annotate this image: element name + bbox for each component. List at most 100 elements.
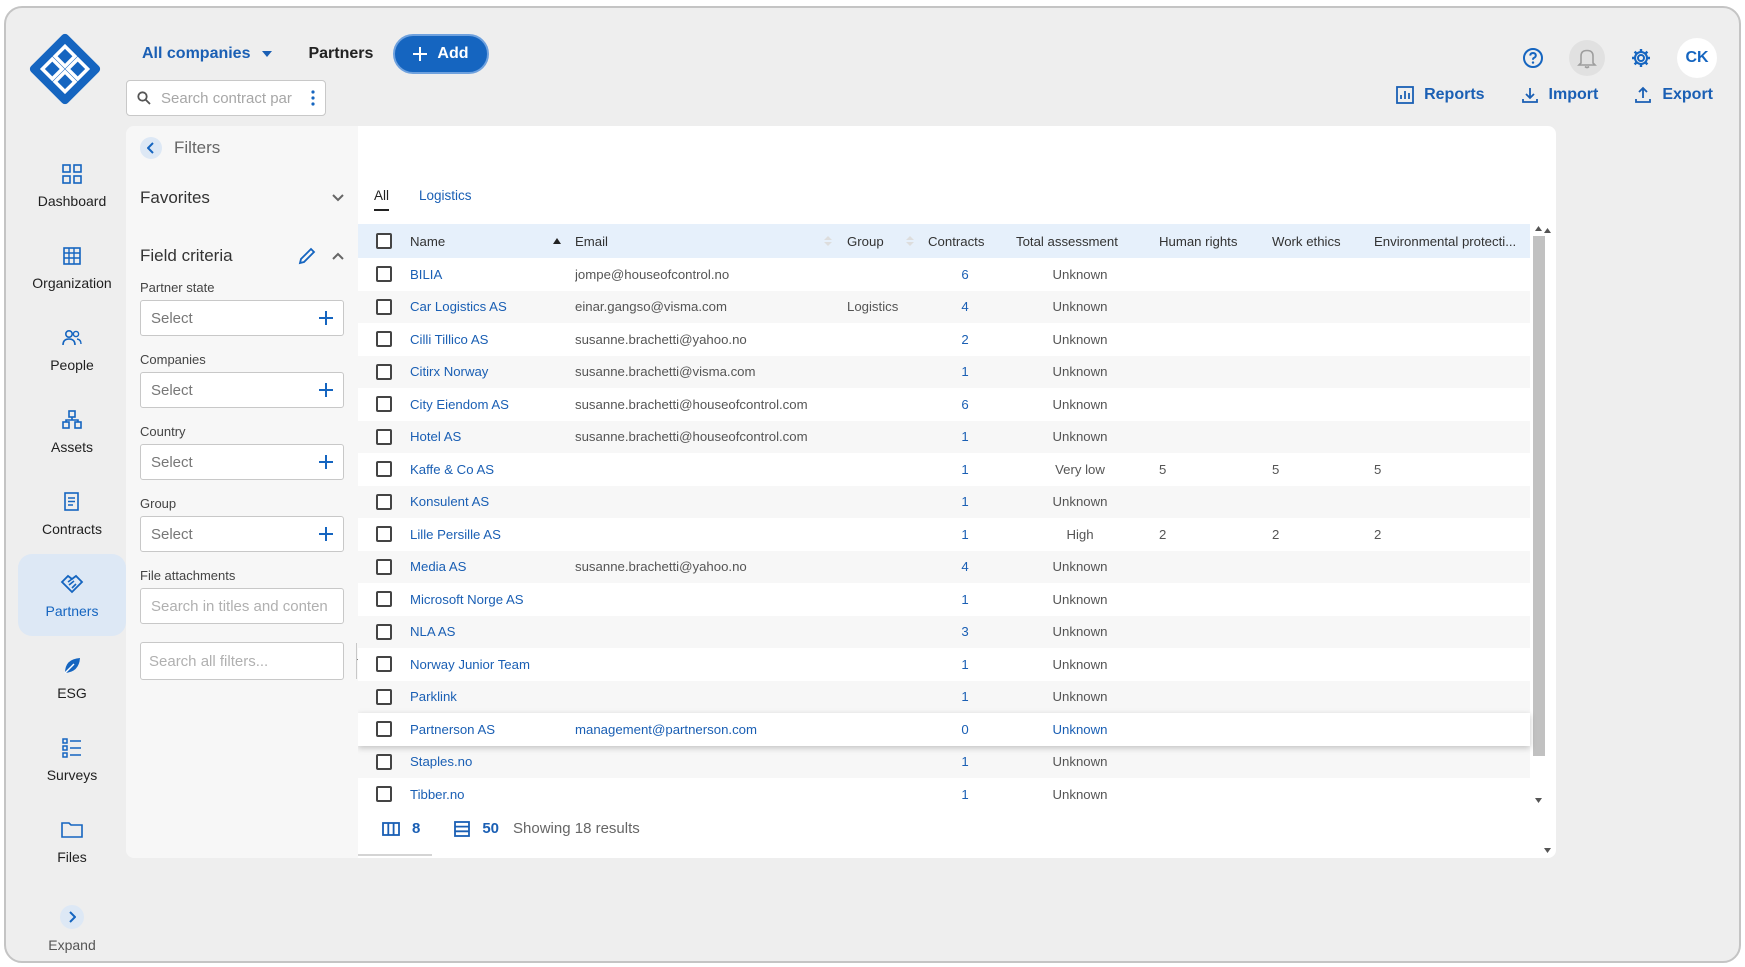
row-checkbox[interactable] — [376, 721, 392, 738]
panel-scroll-up-icon[interactable] — [1544, 228, 1551, 233]
cell-name[interactable]: BILIA — [410, 267, 560, 282]
cell-contracts[interactable]: 6 — [928, 267, 1002, 282]
sidebar-item-people[interactable]: People — [18, 308, 126, 390]
scroll-down-arrow-icon[interactable] — [1535, 798, 1542, 803]
cell-name[interactable]: Kaffe & Co AS — [410, 462, 560, 477]
cell-name[interactable]: Car Logistics AS — [410, 299, 560, 314]
row-checkbox[interactable] — [376, 493, 392, 510]
sidebar-item-partners[interactable]: Partners — [18, 554, 126, 636]
table-row[interactable]: Cilli Tillico AS susanne.brachetti@yahoo.… — [358, 323, 1530, 356]
table-row[interactable]: BILIA jompe@houseofcontrol.no 6 Unknown — [358, 258, 1530, 291]
sidebar-expand[interactable]: Expand — [18, 888, 126, 961]
tab-all[interactable]: All — [374, 188, 390, 211]
table-row[interactable]: NLA AS 3 Unknown — [358, 615, 1530, 648]
sidebar-item-organization[interactable]: Organization — [18, 226, 126, 308]
row-checkbox[interactable] — [376, 753, 392, 770]
cell-name[interactable]: Cilli Tillico AS — [410, 332, 560, 347]
row-checkbox[interactable] — [376, 428, 392, 445]
cell-name[interactable]: Hotel AS — [410, 429, 560, 444]
table-row[interactable]: Tibber.no 1 Unknown — [358, 778, 1530, 811]
cell-name[interactable]: Citirx Norway — [410, 364, 560, 379]
panel-scroll-down-icon[interactable] — [1544, 848, 1551, 853]
cell-name[interactable]: Staples.no — [410, 754, 560, 769]
cell-name[interactable]: Tibber.no — [410, 787, 560, 802]
table-scrollbar[interactable] — [1530, 224, 1548, 808]
chevron-up-icon[interactable] — [332, 252, 344, 260]
row-checkbox[interactable] — [376, 656, 392, 673]
column-header-human-rights[interactable]: Human rights — [1159, 234, 1259, 249]
cell-contracts[interactable]: 6 — [928, 397, 1002, 412]
table-row[interactable]: Kaffe & Co AS 1 Very low 5 5 5 — [358, 453, 1530, 486]
group-select[interactable]: Select — [140, 516, 344, 552]
table-row[interactable]: Norway Junior Team 1 Unknown — [358, 648, 1530, 681]
page-size-button[interactable]: 50 — [454, 820, 499, 837]
row-checkbox[interactable] — [376, 396, 392, 413]
cell-name[interactable]: Norway Junior Team — [410, 657, 560, 672]
country-select[interactable]: Select — [140, 444, 344, 480]
scroll-up-arrow-icon[interactable] — [1535, 226, 1542, 231]
sidebar-item-dashboard[interactable]: Dashboard — [18, 144, 126, 226]
more-vertical-icon[interactable] — [311, 90, 315, 106]
table-row[interactable]: Car Logistics AS einar.gangso@visma.com Lo… — [358, 290, 1530, 323]
tab-logistics[interactable]: Logistics — [419, 188, 472, 211]
cell-name[interactable]: NLA AS — [410, 624, 560, 639]
cell-name[interactable]: Partnerson AS — [410, 722, 560, 737]
select-all-checkbox[interactable] — [376, 233, 392, 249]
row-checkbox[interactable] — [376, 786, 392, 803]
cell-contracts[interactable]: 0 — [928, 722, 1002, 737]
partner-state-select[interactable]: Select — [140, 300, 344, 336]
row-checkbox[interactable] — [376, 363, 392, 380]
cell-name[interactable]: Microsoft Norge AS — [410, 592, 560, 607]
cell-contracts[interactable]: 1 — [928, 689, 1002, 704]
cell-name[interactable]: City Eiendom AS — [410, 397, 560, 412]
companies-select[interactable]: Select — [140, 372, 344, 408]
row-checkbox[interactable] — [376, 461, 392, 478]
cell-contracts[interactable]: 1 — [928, 754, 1002, 769]
table-row[interactable]: Konsulent AS 1 Unknown — [358, 485, 1530, 518]
table-row[interactable]: Staples.no 1 Unknown — [358, 745, 1530, 778]
pencil-icon[interactable] — [298, 247, 316, 265]
cell-name[interactable]: Lille Persille AS — [410, 527, 560, 542]
table-row[interactable]: Lille Persille AS 1 High 2 2 2 — [358, 518, 1530, 551]
cell-contracts[interactable]: 1 — [928, 592, 1002, 607]
cell-contracts[interactable]: 4 — [928, 299, 1002, 314]
table-row[interactable]: Partnerson AS management@partnerson.com 0 U… — [358, 713, 1530, 746]
row-checkbox[interactable] — [376, 591, 392, 608]
search-all-filters-input[interactable] — [141, 643, 356, 679]
column-header-contracts[interactable]: Contracts — [928, 234, 1002, 249]
column-header-environmental-protection[interactable]: Environmental protecti... — [1374, 234, 1526, 249]
collapse-filters-button[interactable] — [140, 137, 162, 159]
column-header-total-assessment[interactable]: Total assessment — [1016, 234, 1144, 249]
cell-contracts[interactable]: 1 — [928, 657, 1002, 672]
notifications-bell-icon[interactable] — [1569, 40, 1605, 76]
sidebar-item-contracts[interactable]: Contracts — [18, 472, 126, 554]
favorites-section[interactable]: Favorites — [140, 184, 344, 212]
search-input[interactable] — [161, 89, 301, 107]
row-checkbox[interactable] — [376, 623, 392, 640]
table-row[interactable]: City Eiendom AS susanne.brachetti@houseof… — [358, 388, 1530, 421]
cell-contracts[interactable]: 1 — [928, 787, 1002, 802]
user-avatar[interactable]: CK — [1677, 38, 1717, 78]
company-logo[interactable] — [26, 30, 104, 108]
cell-contracts[interactable]: 3 — [928, 624, 1002, 639]
help-icon[interactable] — [1515, 40, 1551, 76]
column-header-email[interactable]: Email — [575, 234, 833, 249]
cell-contracts[interactable]: 4 — [928, 559, 1002, 574]
cell-contracts[interactable]: 1 — [928, 364, 1002, 379]
cell-name[interactable]: Media AS — [410, 559, 560, 574]
table-row[interactable]: Citirx Norway susanne.brachetti@visma.com… — [358, 355, 1530, 388]
sidebar-item-assets[interactable]: Assets — [18, 390, 126, 472]
gear-icon[interactable] — [1623, 40, 1659, 76]
row-checkbox[interactable] — [376, 558, 392, 575]
row-checkbox[interactable] — [376, 331, 392, 348]
file-attachments-input[interactable] — [140, 588, 344, 624]
row-checkbox[interactable] — [376, 266, 392, 283]
cell-name[interactable]: Parklink — [410, 689, 560, 704]
table-row[interactable]: Parklink 1 Unknown — [358, 680, 1530, 713]
company-selector[interactable]: All companies — [142, 45, 273, 63]
column-header-name[interactable]: Name — [410, 234, 560, 249]
cell-contracts[interactable]: 1 — [928, 527, 1002, 542]
scrollbar-thumb[interactable] — [1533, 236, 1545, 756]
column-header-group[interactable]: Group — [847, 234, 913, 249]
sidebar-item-esg[interactable]: ESG — [18, 636, 126, 718]
